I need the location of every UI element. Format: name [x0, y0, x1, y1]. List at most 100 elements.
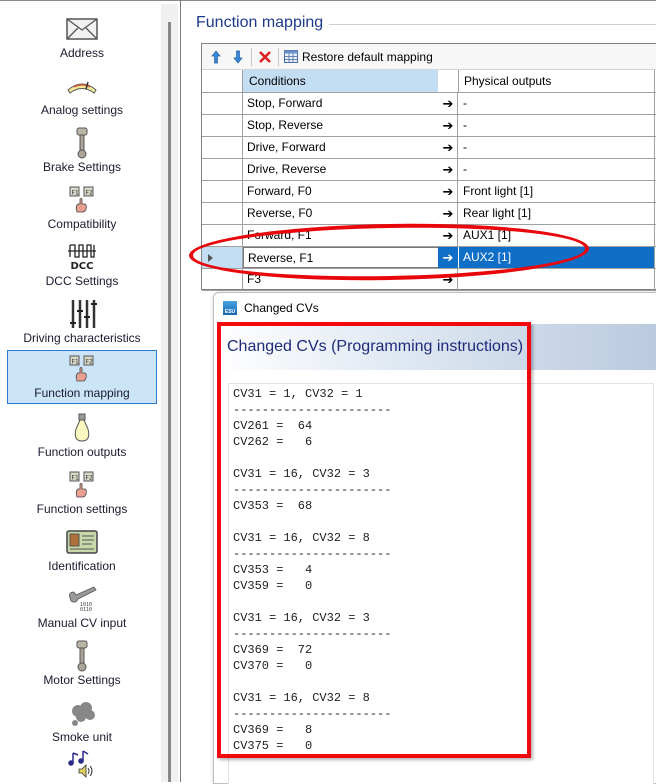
output-cell[interactable]: AUX1 [1]	[459, 225, 655, 246]
output-cell[interactable]: -	[459, 93, 655, 114]
restore-default-mapping-label: Restore default mapping	[302, 49, 433, 64]
grid-toolbar: Restore default mapping	[202, 44, 656, 70]
column-header-physical-outputs[interactable]: Physical outputs	[459, 70, 655, 92]
table-grid-icon	[284, 50, 298, 63]
output-cell[interactable]: -	[459, 159, 655, 180]
table-row[interactable]: Stop, Forward ➔ -	[202, 93, 656, 115]
restore-default-mapping-button[interactable]: Restore default mapping	[284, 47, 433, 67]
cv-instructions-text: CV31 = 1, CV32 = 1 ---------------------…	[233, 387, 392, 753]
svg-text:F2: F2	[86, 359, 93, 366]
sidebar-scrollbar-thumb[interactable]	[168, 22, 171, 782]
dialog-banner: Changed CVs (Programming instructions)	[214, 324, 656, 370]
sidebar-item-label: Analog settings	[40, 103, 124, 117]
arrow-right-icon: ➔	[438, 247, 458, 268]
row-header[interactable]	[202, 93, 243, 114]
row-header[interactable]	[202, 137, 243, 158]
sidebar-item-motor-settings[interactable]: Motor Settings	[7, 636, 157, 690]
condition-cell[interactable]: Drive, Forward	[243, 137, 458, 158]
condition-cell[interactable]: Drive, Reverse	[243, 159, 458, 180]
svg-text:F1: F1	[72, 475, 79, 482]
dialog-title: Changed CVs	[244, 301, 319, 315]
sidebar-item-label: Compatibility	[47, 217, 117, 231]
column-header-conditions[interactable]: Conditions	[243, 70, 438, 92]
changed-cvs-dialog: ESU Changed CVs Changed CVs (Programming…	[213, 292, 656, 784]
sidebar-item-label: Smoke unit	[51, 730, 113, 744]
sidebar-item-function-outputs[interactable]: Function outputs	[7, 408, 157, 462]
arrow-right-icon: ➔	[442, 184, 454, 199]
sidebar-item-dcc-settings[interactable]: DCC DCC Settings	[7, 237, 157, 291]
output-cell[interactable]	[459, 269, 655, 290]
condition-cell[interactable]: Stop, Reverse	[243, 115, 458, 136]
cv-instructions-textbox[interactable]: CV31 = 1, CV32 = 1 ---------------------…	[228, 383, 654, 784]
output-cell[interactable]: -	[459, 115, 655, 136]
move-down-button[interactable]	[230, 47, 246, 67]
arrow-right-icon: ➔	[442, 96, 454, 111]
condition-cell[interactable]: Forward, F0	[243, 181, 458, 202]
output-cell[interactable]: Rear light [1]	[459, 203, 655, 224]
dialog-titlebar[interactable]: ESU Changed CVs	[214, 293, 656, 323]
function-keys-hand-icon: F1 F2	[65, 354, 99, 384]
sidebar-item-address[interactable]: Address	[7, 9, 157, 63]
table-row[interactable]: Forward, F0 ➔ Front light [1]	[202, 181, 656, 203]
sidebar-item-label: DCC Settings	[45, 274, 119, 288]
wrench-binary-icon: 1010 0110	[65, 584, 99, 614]
sidebar-item-brake-settings[interactable]: Brake Settings	[7, 123, 157, 177]
sidebar-item-label: Function settings	[36, 502, 128, 516]
move-up-button[interactable]	[208, 47, 224, 67]
function-mapping-grid: Restore default mapping Conditions Physi…	[201, 43, 656, 291]
condition-combobox-value: Reverse, F1	[248, 251, 314, 265]
function-keys-hand-icon: F1 F2	[65, 185, 99, 215]
condition-combobox[interactable]: Reverse, F1 ⌄	[243, 247, 458, 268]
svg-text:F1: F1	[72, 190, 79, 197]
sidebar-item-smoke-unit[interactable]: Smoke unit	[7, 693, 157, 747]
delete-x-icon	[259, 50, 271, 63]
svg-text:F2: F2	[86, 475, 93, 482]
table-row-selected[interactable]: Reverse, F1 ⌄ ➔ AUX2 [1]	[202, 247, 656, 269]
row-header[interactable]	[202, 181, 243, 202]
light-bulb-icon	[65, 413, 99, 443]
sidebar-item-function-mapping[interactable]: F1 F2 Function mapping	[7, 350, 157, 404]
sound-notes-icon	[65, 749, 99, 779]
table-row[interactable]: Drive, Forward ➔ -	[202, 137, 656, 159]
sidebar-item-driving-characteristics[interactable]: Driving characteristics	[7, 294, 157, 348]
sidebar-item-label: Motor Settings	[43, 673, 121, 687]
row-header[interactable]	[202, 159, 243, 180]
condition-cell[interactable]: Stop, Forward	[243, 93, 458, 114]
row-header[interactable]	[202, 225, 243, 246]
sidebar-scrollbar[interactable]	[161, 4, 178, 782]
table-row[interactable]: Drive, Reverse ➔ -	[202, 159, 656, 181]
sidebar-item-compatibility[interactable]: F1 F2 Compatibility	[7, 180, 157, 234]
sidebar-item-function-settings[interactable]: F1 F2 Function settings	[7, 465, 157, 519]
output-cell[interactable]: -	[459, 137, 655, 158]
function-keys-hand-icon: F1 F2	[65, 470, 99, 500]
table-row[interactable]: Reverse, F0 ➔ Rear light [1]	[202, 203, 656, 225]
smoke-icon	[65, 698, 99, 728]
condition-cell[interactable]: Forward, F1	[243, 225, 458, 246]
table-row[interactable]: F3 ➔	[202, 269, 656, 291]
pane-splitter[interactable]	[180, 0, 181, 782]
output-cell[interactable]: AUX2 [1]	[459, 247, 655, 268]
sidebar-item-label: Manual CV input	[37, 616, 127, 630]
condition-cell[interactable]: Reverse, F0	[243, 203, 458, 224]
sidebar-item-label: Brake Settings	[42, 160, 122, 174]
row-header[interactable]	[202, 203, 243, 224]
banner-heading: Changed CVs (Programming instructions)	[227, 338, 524, 355]
delete-button[interactable]	[257, 47, 273, 67]
row-header-corner	[202, 70, 243, 92]
arrow-down-icon	[233, 50, 243, 64]
sidebar-item-label: Address	[59, 46, 105, 60]
sidebar-item-manual-cv-input[interactable]: 1010 0110 Manual CV input	[7, 579, 157, 633]
row-header[interactable]	[202, 115, 243, 136]
table-row[interactable]: Stop, Reverse ➔ -	[202, 115, 656, 137]
column-header-spacer	[438, 70, 459, 92]
sidebar-item-sound[interactable]	[7, 749, 157, 783]
output-cell[interactable]: Front light [1]	[459, 181, 655, 202]
arrow-up-icon	[211, 49, 221, 63]
sidebar-item-analog-settings[interactable]: Analog settings	[7, 66, 157, 120]
row-header-current[interactable]	[202, 247, 243, 268]
arrow-right-icon: ➔	[442, 272, 454, 287]
condition-cell[interactable]: F3	[243, 269, 458, 290]
sidebar-item-identification[interactable]: Identification	[7, 522, 157, 576]
row-header[interactable]	[202, 269, 243, 290]
table-row[interactable]: Forward, F1 ➔ AUX1 [1]	[202, 225, 656, 247]
